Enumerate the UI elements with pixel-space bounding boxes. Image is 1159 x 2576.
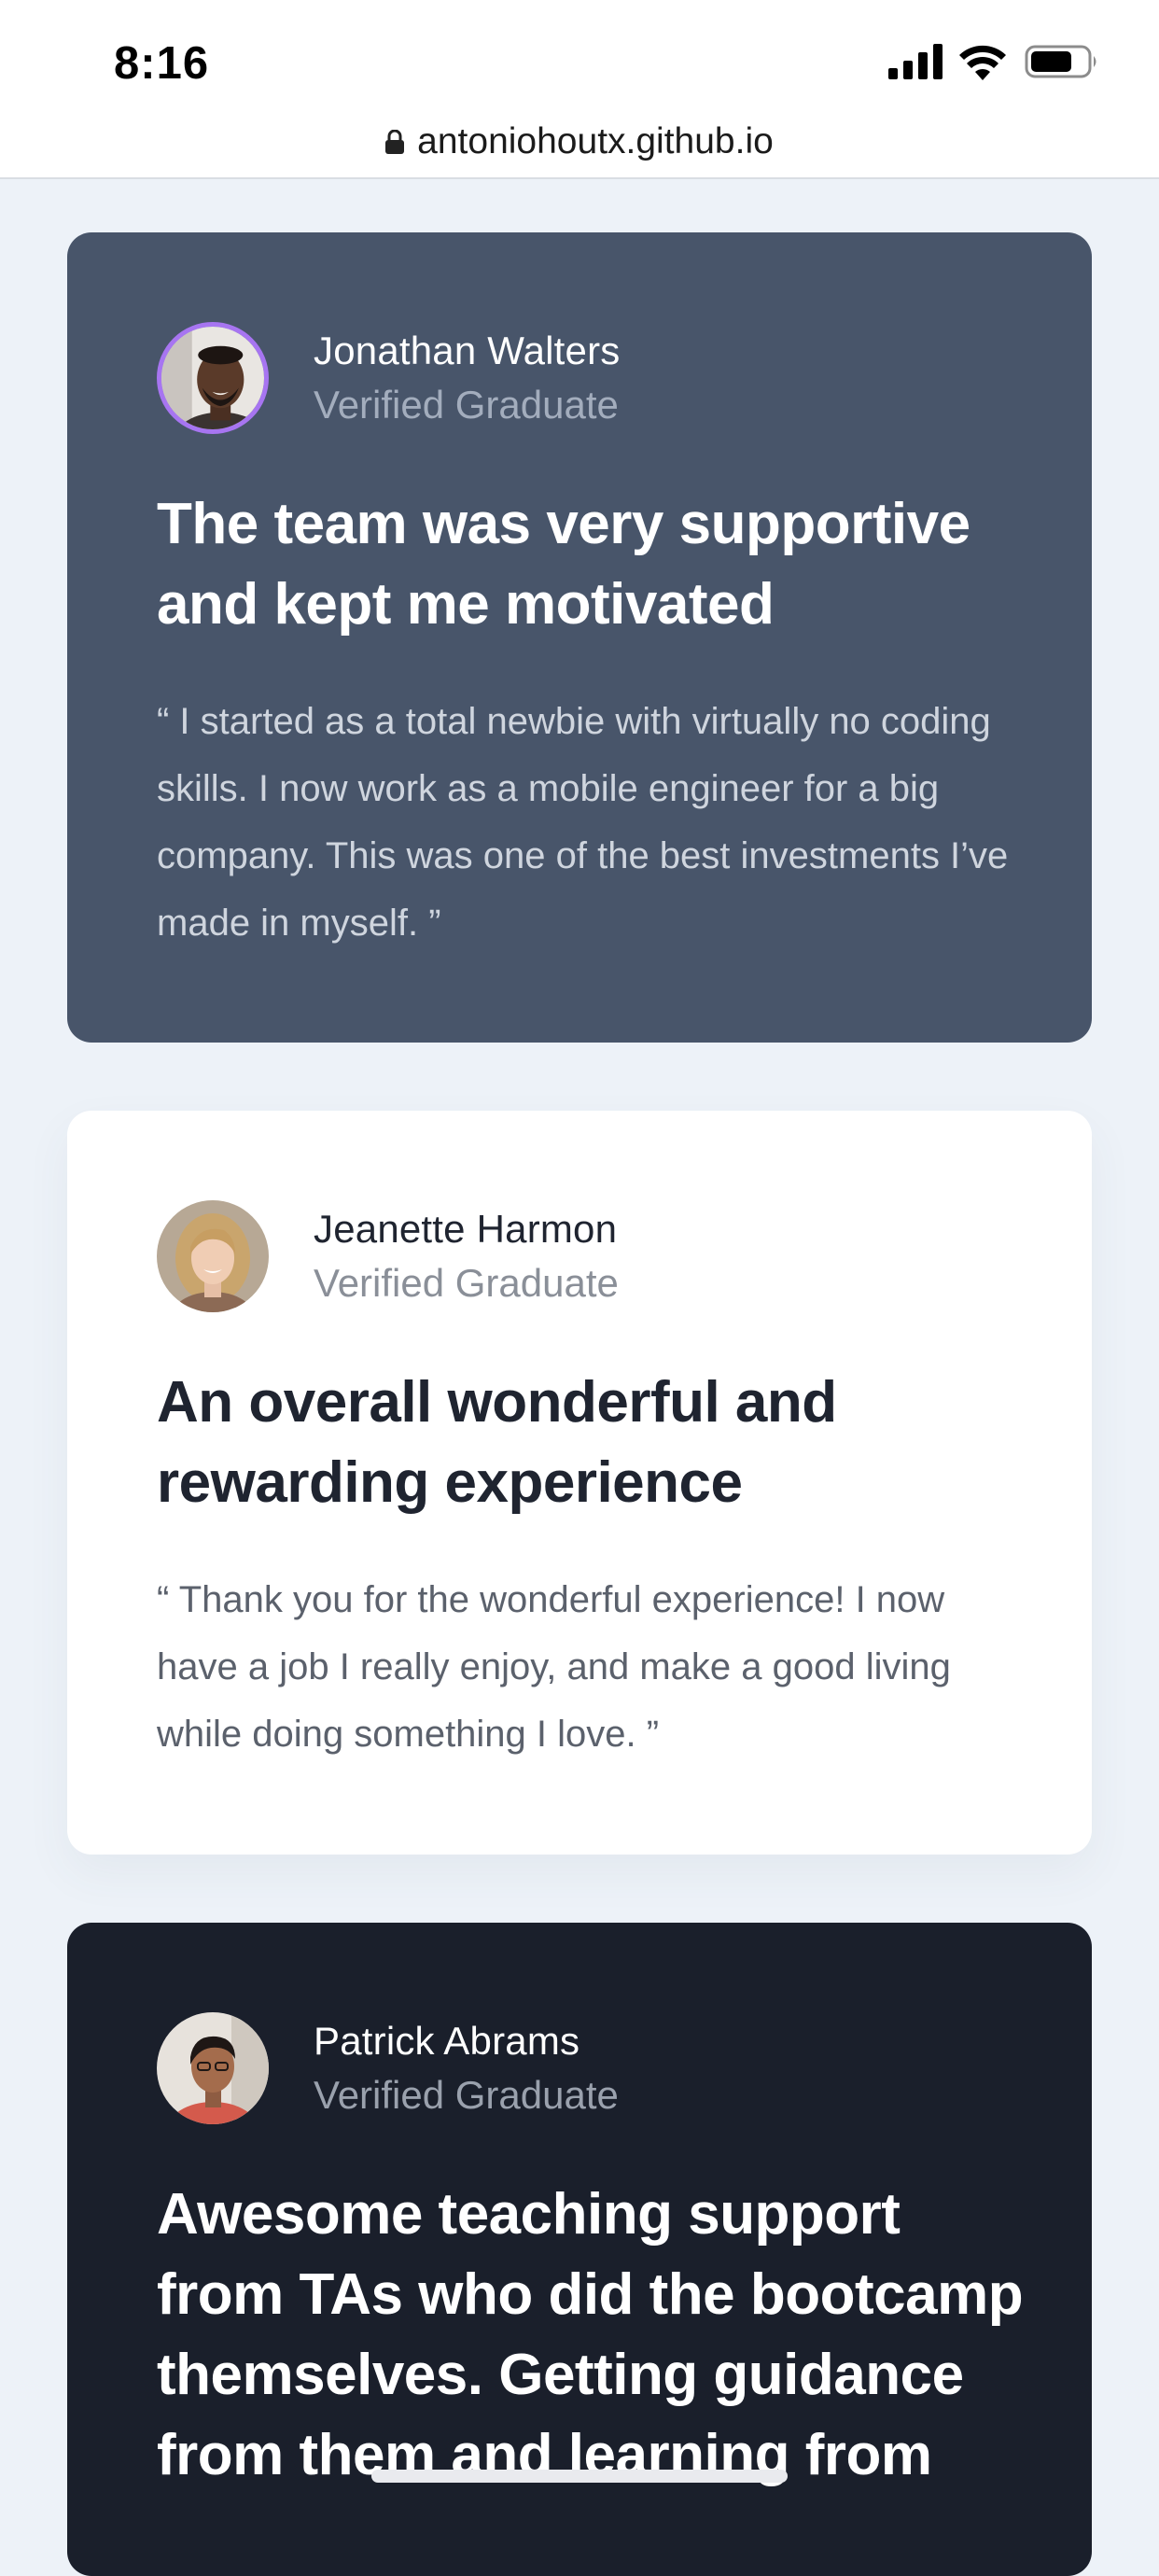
testimonial-headline: An overall wonderful and rewarding exper… bbox=[157, 1370, 837, 1515]
testimonial-card: Jonathan Walters Verified Graduate The t… bbox=[67, 232, 1092, 1043]
author: Patrick Abrams Verified Graduate bbox=[157, 2012, 619, 2124]
author-name: Jonathan Walters bbox=[314, 329, 621, 372]
avatar-image bbox=[157, 1200, 269, 1312]
browser-top-bar: 8:16 antoniohoutx.github.io bbox=[0, 0, 1159, 179]
avatar bbox=[157, 322, 269, 434]
testimonial-quote: “ Thank you for the wonderful experience… bbox=[157, 1579, 951, 1755]
author-role: Verified Graduate bbox=[314, 1261, 619, 1305]
author-role: Verified Graduate bbox=[314, 383, 619, 427]
avatar bbox=[157, 2012, 269, 2124]
status-icons bbox=[888, 43, 1099, 80]
url-text[interactable]: antoniohoutx.github.io bbox=[417, 121, 774, 162]
testimonial-headline: The team was very supportive and kept me… bbox=[157, 492, 970, 637]
status-time: 8:16 bbox=[114, 38, 210, 89]
address-bar[interactable]: antoniohoutx.github.io bbox=[0, 116, 1159, 168]
battery-icon bbox=[1025, 45, 1096, 78]
avatar-image bbox=[157, 2012, 269, 2124]
author: Jeanette Harmon Verified Graduate bbox=[157, 1200, 619, 1312]
author-name: Jeanette Harmon bbox=[314, 1207, 618, 1251]
lock-icon bbox=[385, 130, 405, 154]
author: Jonathan Walters Verified Graduate bbox=[157, 322, 620, 434]
signal-icon bbox=[888, 44, 943, 79]
author-role: Verified Graduate bbox=[314, 2073, 619, 2117]
testimonial-quote: “ I started as a total newbie with virtu… bbox=[157, 701, 1009, 944]
avatar-image bbox=[161, 327, 264, 429]
testimonial-headline: Awesome teaching support from TAs who di… bbox=[157, 2182, 1024, 2487]
avatar bbox=[157, 1200, 269, 1312]
testimonial-card: Jeanette Harmon Verified Graduate An ove… bbox=[67, 1111, 1092, 1855]
author-name: Patrick Abrams bbox=[314, 2019, 580, 2063]
wifi-icon bbox=[959, 45, 1006, 80]
home-indicator[interactable] bbox=[371, 2470, 788, 2483]
